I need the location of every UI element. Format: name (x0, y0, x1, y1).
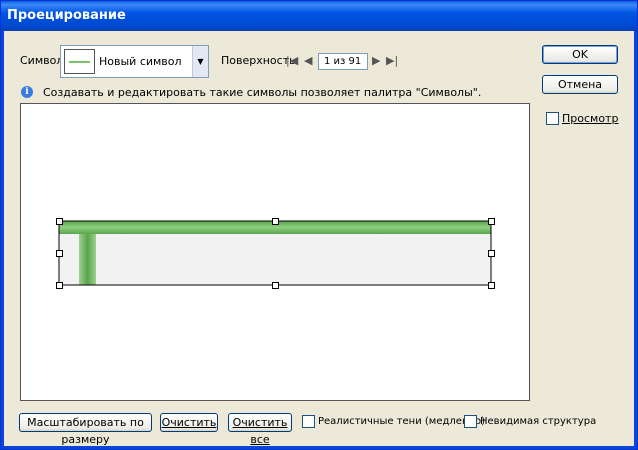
preview-label: Просмотр (562, 112, 619, 125)
invisible-geometry-label: Невидимая структура (480, 416, 597, 427)
preview-checkbox[interactable] (546, 112, 559, 125)
info-text: Создавать и редактировать такие символы … (43, 86, 482, 99)
ok-button[interactable]: OK (542, 45, 618, 64)
chevron-down-icon[interactable]: ▼ (192, 46, 208, 77)
last-surface-icon[interactable]: ▶| (386, 54, 398, 67)
resize-handle[interactable] (56, 282, 63, 289)
resize-handle[interactable] (488, 250, 495, 257)
window-frame-right (634, 31, 637, 449)
first-surface-icon[interactable]: |◀ (286, 54, 298, 67)
invisible-geometry-checkbox[interactable] (464, 415, 477, 428)
resize-handle[interactable] (56, 250, 63, 257)
surface-input[interactable]: 1 из 91 (318, 53, 368, 70)
resize-handle[interactable] (272, 218, 279, 225)
window-title: Проецирование (7, 8, 126, 23)
cancel-button[interactable]: Отмена (542, 75, 618, 94)
next-surface-icon[interactable]: ▶ (372, 54, 380, 67)
realistic-shading-checkbox[interactable] (302, 415, 315, 428)
resize-handle[interactable] (488, 218, 495, 225)
preview-drawing (58, 220, 492, 286)
resize-handle[interactable] (488, 282, 495, 289)
symbol-select[interactable]: Новый символ ▼ (60, 45, 209, 78)
clear-all-button[interactable]: Очистить все (228, 413, 292, 446)
preview-canvas[interactable] (20, 103, 530, 401)
previous-surface-icon[interactable]: ◀ (304, 54, 312, 67)
dialog-window: Проецирование Символ: Новый символ ▼ Пов… (0, 0, 638, 450)
info-icon: i (21, 86, 33, 98)
side-post (79, 234, 96, 285)
scale-to-fit-button[interactable]: Масштабировать по размеру (19, 413, 152, 446)
symbol-name: Новый символ (99, 55, 182, 68)
clear-button[interactable]: Очистить (160, 413, 218, 432)
resize-handle[interactable] (272, 282, 279, 289)
symbol-swatch (64, 49, 95, 74)
resize-handle[interactable] (56, 218, 63, 225)
window-frame-left (1, 31, 4, 449)
realistic-shading-label: Реалистичные тени (медленно) (318, 416, 486, 427)
title-bar[interactable]: Проецирование (1, 1, 637, 31)
